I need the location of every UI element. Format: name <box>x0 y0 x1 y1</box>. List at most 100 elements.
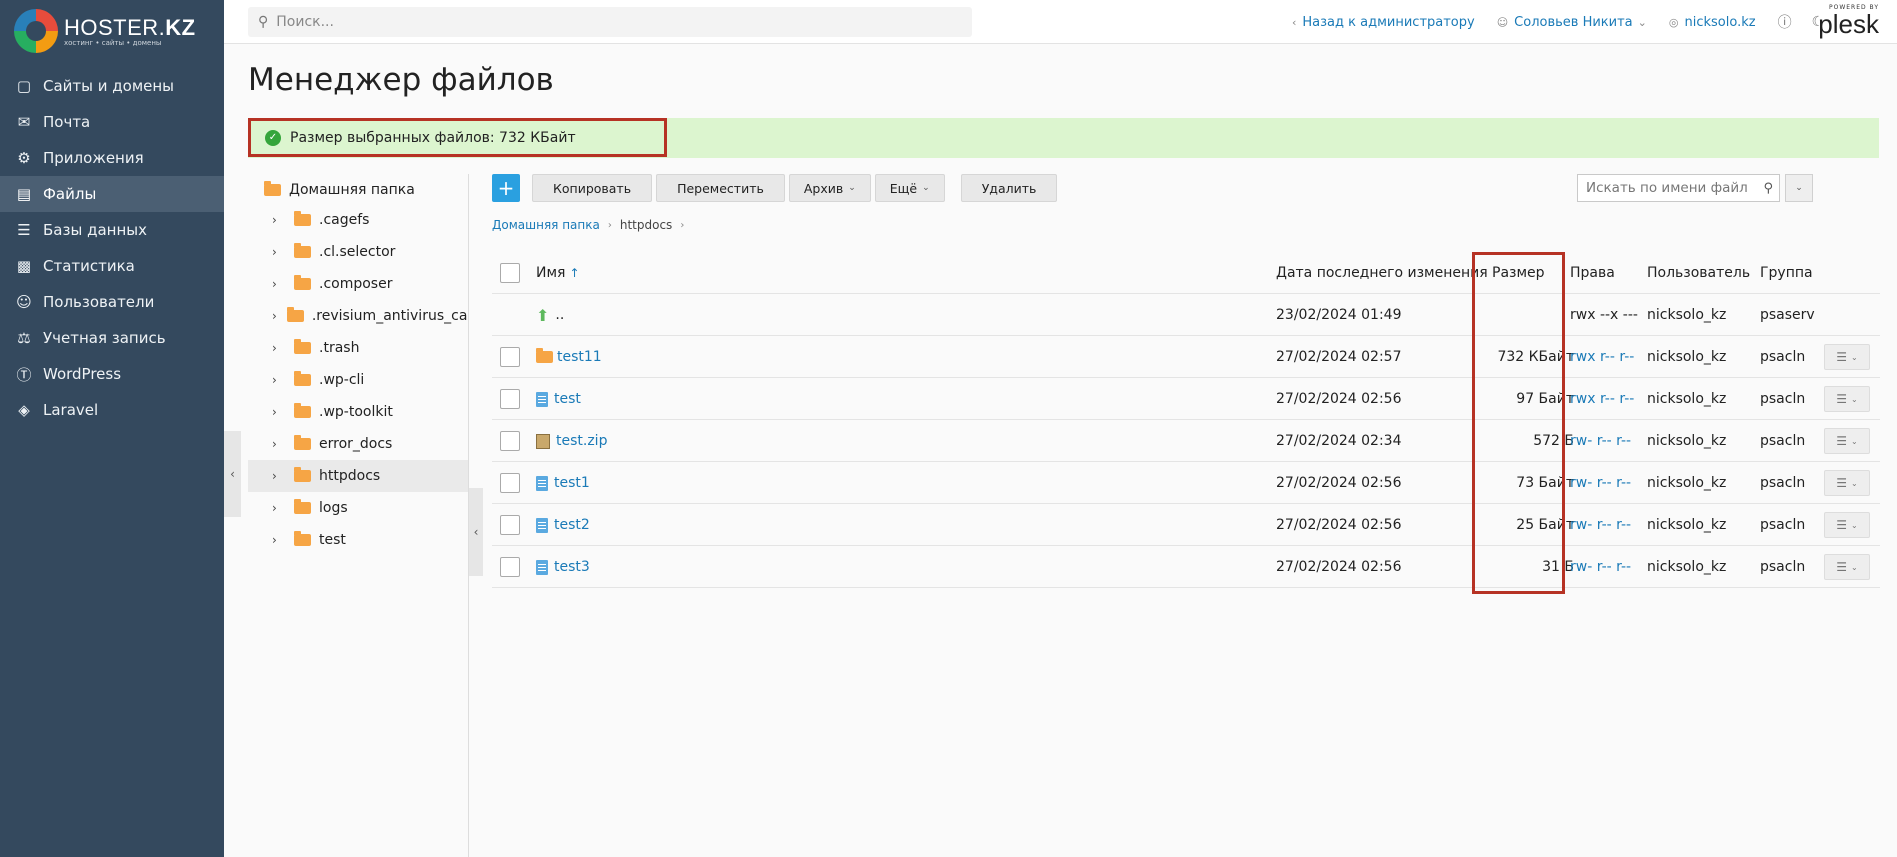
file-name-link[interactable]: test3 <box>554 559 590 575</box>
column-date[interactable]: Дата последнего изменения <box>1276 252 1488 294</box>
archive-button[interactable]: Архив ⌄ <box>788 174 871 202</box>
sidebar-item-gear[interactable]: ⚙ Приложения <box>0 140 224 176</box>
row-checkbox[interactable] <box>500 473 520 493</box>
file-perms[interactable]: rwx r-- r-- <box>1570 336 1634 378</box>
chart-icon: ▩ <box>16 257 32 275</box>
chevron-right-icon[interactable]: › <box>272 501 284 515</box>
chevron-right-icon[interactable]: › <box>272 245 284 259</box>
global-search[interactable]: ⚲ <box>248 7 972 37</box>
file-size: 732 КБайт <box>1497 349 1574 365</box>
row-checkbox[interactable] <box>500 389 520 409</box>
chevron-right-icon[interactable]: › <box>272 277 284 291</box>
breadcrumb-home[interactable]: Домашняя папка <box>492 218 600 232</box>
file-name-link[interactable]: test11 <box>557 349 602 365</box>
file-size: 97 Байт <box>1516 391 1574 407</box>
search-icon[interactable]: ⚲ <box>1763 181 1773 196</box>
add-button[interactable]: + <box>492 174 520 202</box>
sidebar-item-chart[interactable]: ▩ Статистика <box>0 248 224 284</box>
table-row[interactable]: test11 27/02/2024 02:57 732 КБайт rwx r-- r… <box>492 336 1880 378</box>
column-perms[interactable]: Права <box>1570 252 1615 294</box>
row-menu-button[interactable]: ☰ ⌄ <box>1824 386 1870 412</box>
sidebar-item-user[interactable]: ☺ Пользователи <box>0 284 224 320</box>
sidebar-collapse-button[interactable]: ‹ <box>224 431 241 517</box>
global-search-input[interactable] <box>276 14 937 30</box>
row-menu-button[interactable]: ☰ ⌄ <box>1824 512 1870 538</box>
file-perms[interactable]: rw- r-- r-- <box>1570 420 1631 462</box>
file-perms[interactable]: rw- r-- r-- <box>1570 504 1631 546</box>
file-name-link[interactable]: test2 <box>554 517 590 533</box>
back-to-admin-link[interactable]: ‹ Назад к администратору <box>1292 15 1475 30</box>
column-size[interactable]: Размер <box>1492 252 1545 294</box>
chevron-right-icon[interactable]: › <box>272 405 284 419</box>
tree-collapse-button[interactable]: ‹ <box>469 488 483 576</box>
column-group[interactable]: Группа <box>1760 252 1813 294</box>
row-menu-button[interactable]: ☰ ⌄ <box>1824 428 1870 454</box>
row-menu-button[interactable]: ☰ ⌄ <box>1824 344 1870 370</box>
tree-item[interactable]: › .wp-toolkit <box>248 396 468 428</box>
file-search-input[interactable] <box>1578 180 1748 196</box>
search-options-button[interactable]: ⌄ <box>1785 174 1813 202</box>
row-checkbox[interactable] <box>500 431 520 451</box>
tree-item[interactable]: › .revisium_antivirus_cach <box>248 300 468 332</box>
file-toolbar: + Копировать Переместить Архив ⌄ Ещё ⌄ Уда… <box>492 174 1061 202</box>
chevron-right-icon[interactable]: › <box>272 341 284 355</box>
sidebar-item-laravel[interactable]: ◈ Laravel <box>0 392 224 428</box>
sidebar-item-monitor[interactable]: ▢ Сайты и домены <box>0 68 224 104</box>
chevron-right-icon[interactable]: › <box>272 213 284 227</box>
chevron-right-icon[interactable]: › <box>272 469 284 483</box>
sidebar-item-files[interactable]: ▤ Файлы <box>0 176 224 212</box>
table-row[interactable]: ⬆.. 23/02/2024 01:49 rwx --x --- nicksolo_k… <box>492 294 1880 336</box>
table-row[interactable]: test1 27/02/2024 02:56 73 Байт rw- r-- r-- n… <box>492 462 1880 504</box>
chevron-right-icon[interactable]: › <box>272 309 277 323</box>
file-perms[interactable]: rw- r-- r-- <box>1570 546 1631 588</box>
copy-button[interactable]: Копировать <box>532 174 653 202</box>
file-name-link[interactable]: test <box>554 391 581 407</box>
tree-item[interactable]: › .cl.selector <box>248 236 468 268</box>
file-name-link[interactable]: test1 <box>554 475 590 491</box>
chevron-right-icon[interactable]: › <box>272 373 284 387</box>
brand-logo[interactable]: HOSTER.KZ хостинг • сайты • домены <box>0 0 224 62</box>
sidebar-item-mail[interactable]: ✉ Почта <box>0 104 224 140</box>
more-button[interactable]: Ещё ⌄ <box>874 174 945 202</box>
row-menu-button[interactable]: ☰ ⌄ <box>1824 554 1870 580</box>
tree-item[interactable]: › logs <box>248 492 468 524</box>
sidebar-item-database[interactable]: ☰ Базы данных <box>0 212 224 248</box>
file-perms[interactable]: rw- r-- r-- <box>1570 462 1631 504</box>
select-all-checkbox[interactable] <box>500 263 520 283</box>
chevron-left-icon: ‹ <box>1292 15 1297 29</box>
column-user[interactable]: Пользователь <box>1647 252 1750 294</box>
archive-file-icon <box>536 433 550 449</box>
column-name[interactable]: Имя ↑ <box>536 252 580 294</box>
table-row[interactable]: test 27/02/2024 02:56 97 Байт rwx r-- r-- ni… <box>492 378 1880 420</box>
tree-item[interactable]: › httpdocs <box>248 460 468 492</box>
file-perms[interactable]: rwx r-- r-- <box>1570 378 1634 420</box>
domain-link[interactable]: ◎ nicksolo.kz <box>1669 15 1756 30</box>
file-icon <box>536 475 548 491</box>
chevron-right-icon[interactable]: › <box>272 533 284 547</box>
help-icon[interactable]: ⓘ <box>1778 12 1792 32</box>
tree-item[interactable]: › test <box>248 524 468 556</box>
row-checkbox[interactable] <box>500 515 520 535</box>
tree-root[interactable]: Домашняя папка <box>248 176 468 204</box>
file-search[interactable]: ⚲ <box>1577 174 1780 202</box>
tree-item[interactable]: › .trash <box>248 332 468 364</box>
move-button[interactable]: Переместить <box>656 174 785 202</box>
row-checkbox[interactable] <box>500 347 520 367</box>
table-row[interactable]: test3 27/02/2024 02:56 31 Бrw- r-- r-- nick… <box>492 546 1880 588</box>
tree-item[interactable]: › .composer <box>248 268 468 300</box>
row-checkbox[interactable] <box>500 557 520 577</box>
chevron-right-icon[interactable]: › <box>272 437 284 451</box>
delete-button[interactable]: Удалить <box>960 174 1058 202</box>
table-row[interactable]: test.zip 27/02/2024 02:34 572 Бrw- r-- r--… <box>492 420 1880 462</box>
tree-item[interactable]: › .cagefs <box>248 204 468 236</box>
table-row[interactable]: test2 27/02/2024 02:56 25 Байт rw- r-- r-- n… <box>492 504 1880 546</box>
sidebar-item-wordpress[interactable]: Ⓣ WordPress <box>0 356 224 392</box>
sidebar-item-account[interactable]: ⚖ Учетная запись <box>0 320 224 356</box>
tree-item[interactable]: › error_docs <box>248 428 468 460</box>
file-size: 572 Б <box>1533 433 1574 449</box>
user-menu[interactable]: ☺ Соловьев Никита ⌄ <box>1497 15 1647 30</box>
row-menu-button[interactable]: ☰ ⌄ <box>1824 470 1870 496</box>
file-name-link[interactable]: test.zip <box>556 433 607 449</box>
file-name-link[interactable]: .. <box>555 307 564 323</box>
tree-item[interactable]: › .wp-cli <box>248 364 468 396</box>
